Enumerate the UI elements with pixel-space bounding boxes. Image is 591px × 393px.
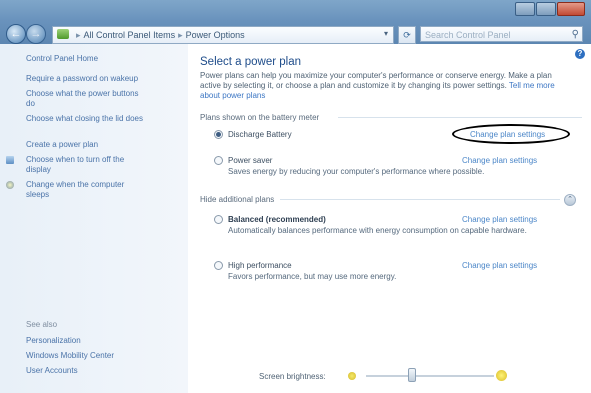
collapse-additional-plans-icon[interactable]: ⌃	[564, 194, 576, 206]
plan-desc-power-saver: Saves energy by reducing your computer's…	[228, 167, 485, 176]
page-description: Power plans can help you maximize your c…	[200, 71, 570, 101]
description-text: Power plans can help you maximize your c…	[200, 71, 552, 90]
see-also-mobility-center[interactable]: Windows Mobility Center	[26, 351, 114, 361]
control-panel-icon	[57, 29, 69, 39]
brightness-slider-track[interactable]	[366, 375, 494, 377]
breadcrumb-all-items[interactable]: All Control Panel Items	[84, 30, 176, 40]
maximize-button[interactable]	[536, 2, 556, 16]
close-button[interactable]	[557, 2, 585, 16]
address-dropdown-icon[interactable]: ▾	[384, 27, 394, 41]
main-content: ? Select a power plan Power plans can he…	[188, 44, 591, 393]
moon-icon	[6, 181, 14, 189]
see-also-heading: See also	[26, 320, 58, 329]
minimize-button[interactable]	[515, 2, 535, 16]
window-chrome: ← → ▸ All Control Panel Items ▸ Power Optio…	[0, 0, 591, 44]
forward-arrow-icon: →	[30, 28, 42, 40]
refresh-icon[interactable]: ⟳	[398, 26, 416, 44]
group-divider	[280, 199, 560, 200]
plan-radio-balanced[interactable]	[214, 215, 223, 224]
power-options-window: ← → ▸ All Control Panel Items ▸ Power Optio…	[0, 0, 591, 393]
change-plan-settings-link-high-performance[interactable]: Change plan settings	[462, 261, 537, 270]
change-plan-settings-link-balanced[interactable]: Change plan settings	[462, 215, 537, 224]
plan-desc-balanced: Automatically balances performance with …	[228, 226, 527, 235]
left-link-require-password[interactable]: Require a password on wakeup	[26, 74, 176, 84]
see-also-user-accounts[interactable]: User Accounts	[26, 366, 78, 376]
plan-name-high-performance[interactable]: High performance	[228, 261, 292, 270]
left-link-power-buttons[interactable]: Choose what the power buttons do	[26, 89, 144, 109]
help-icon[interactable]: ?	[575, 49, 585, 59]
caption-buttons	[514, 2, 585, 16]
screen-brightness-label: Screen brightness:	[259, 372, 326, 381]
left-navigation-pane: Control Panel Home Require a password on…	[0, 44, 188, 393]
display-icon	[6, 156, 14, 164]
plan-radio-discharge-battery[interactable]	[214, 130, 223, 139]
search-placeholder: Search Control Panel	[425, 30, 511, 40]
left-link-turn-off-display[interactable]: Choose when to turn off the display	[26, 155, 144, 175]
back-arrow-icon: ←	[10, 28, 22, 40]
left-link-computer-sleeps[interactable]: Change when the computer sleeps	[26, 180, 144, 200]
plan-radio-power-saver[interactable]	[214, 156, 223, 165]
address-bar[interactable]: ▸ All Control Panel Items ▸ Power Options	[52, 26, 394, 44]
plan-name-discharge-battery[interactable]: Discharge Battery	[228, 130, 292, 139]
see-also-personalization[interactable]: Personalization	[26, 336, 81, 346]
breadcrumb-power-options[interactable]: Power Options	[186, 30, 245, 40]
sun-icon	[348, 372, 356, 380]
change-plan-settings-link-power-saver[interactable]: Change plan settings	[462, 156, 537, 165]
back-button[interactable]: ←	[6, 24, 26, 44]
plan-name-power-saver[interactable]: Power saver	[228, 156, 272, 165]
sun-icon	[496, 370, 507, 381]
battery-plans-group-label: Plans shown on the battery meter	[200, 113, 320, 122]
control-panel-home-link[interactable]: Control Panel Home	[26, 54, 98, 64]
breadcrumb-separator: ▸	[178, 30, 183, 40]
plan-name-balanced[interactable]: Balanced (recommended)	[228, 215, 326, 224]
brightness-slider-thumb[interactable]	[408, 368, 417, 382]
search-input[interactable]: Search Control Panel ⚲	[420, 26, 583, 42]
annotation-ellipse	[452, 124, 570, 144]
additional-plans-group-label[interactable]: Hide additional plans	[200, 195, 274, 204]
left-link-create-plan[interactable]: Create a power plan	[26, 140, 166, 150]
plan-radio-high-performance[interactable]	[214, 261, 223, 270]
group-divider	[338, 117, 582, 118]
page-title: Select a power plan	[200, 56, 302, 68]
search-icon[interactable]: ⚲	[572, 27, 579, 43]
left-link-closing-lid[interactable]: Choose what closing the lid does	[26, 114, 144, 124]
forward-button[interactable]: →	[26, 24, 46, 44]
breadcrumb-separator: ▸	[76, 30, 81, 40]
plan-desc-high-performance: Favors performance, but may use more ene…	[228, 272, 397, 281]
